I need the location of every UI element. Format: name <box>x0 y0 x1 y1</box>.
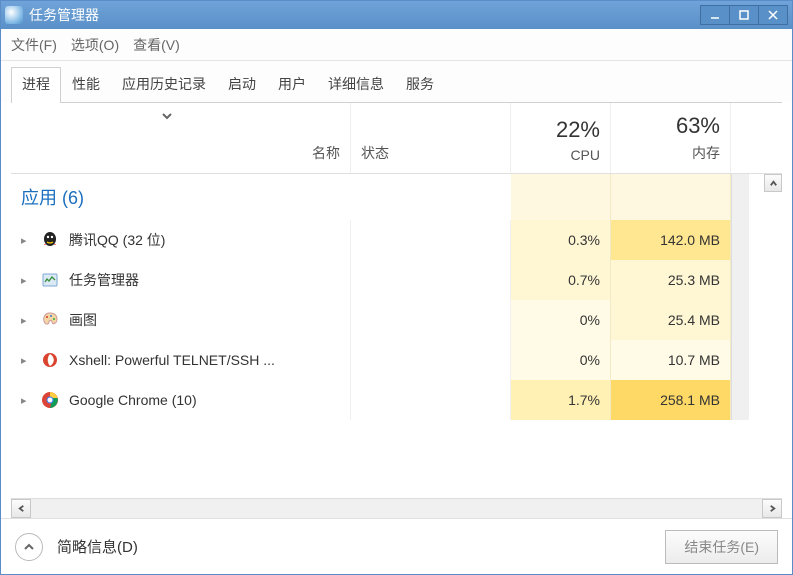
expand-icon[interactable]: ▸ <box>21 394 31 407</box>
app-chrome-icon <box>41 391 59 409</box>
table-row[interactable]: ▸ Google Chrome (10) 1.7%258.1 MB <box>11 380 782 420</box>
app-icon <box>5 6 23 24</box>
process-name-cell: ▸ Xshell: Powerful TELNET/SSH ... <box>11 340 351 380</box>
tab-performance[interactable]: 性能 <box>61 67 111 102</box>
fewer-details-button[interactable] <box>15 533 43 561</box>
table-body: 应用 (6) ▸ 腾讯QQ (32 位) 0.3%142.0 MB ▸ 任务管理器 0.7… <box>11 174 782 498</box>
group-apps-header[interactable]: 应用 (6) <box>11 174 782 220</box>
scroll-right-button[interactable] <box>762 499 782 518</box>
process-name: 任务管理器 <box>69 270 139 290</box>
app-qq-icon <box>41 231 59 249</box>
scrollbar-track[interactable] <box>31 499 762 518</box>
table-row[interactable]: ▸ 腾讯QQ (32 位) 0.3%142.0 MB <box>11 220 782 260</box>
expand-icon[interactable]: ▸ <box>21 314 31 327</box>
window-title: 任务管理器 <box>29 5 701 25</box>
expand-icon[interactable]: ▸ <box>21 234 31 247</box>
tab-details[interactable]: 详细信息 <box>317 67 395 102</box>
table-row[interactable]: ▸ Xshell: Powerful TELNET/SSH ... 0%10.7 M… <box>11 340 782 380</box>
close-button[interactable] <box>758 5 788 25</box>
process-cpu-cell: 0.3% <box>511 220 611 260</box>
task-manager-window: 任务管理器 文件(F) 选项(O) 查看(V) 进程 性能 应用历史记录 启动 … <box>0 0 793 575</box>
process-table: 名称 状态 22% CPU 63% 内存 应用 (6) <box>11 103 782 518</box>
process-status-cell <box>351 380 511 420</box>
process-name: 腾讯QQ (32 位) <box>69 230 165 250</box>
window-controls <box>701 5 788 25</box>
process-cpu-cell: 0% <box>511 340 611 380</box>
process-name-cell: ▸ Google Chrome (10) <box>11 380 351 420</box>
menu-file[interactable]: 文件(F) <box>11 35 57 55</box>
tab-app-history[interactable]: 应用历史记录 <box>111 67 217 102</box>
content-area: 名称 状态 22% CPU 63% 内存 应用 (6) <box>1 103 792 518</box>
process-memory-cell: 10.7 MB <box>611 340 731 380</box>
cpu-total-pct: 22% <box>556 117 600 143</box>
process-cpu-cell: 0.7% <box>511 260 611 300</box>
scroll-left-button[interactable] <box>11 499 31 518</box>
process-name: Google Chrome (10) <box>69 392 197 408</box>
table-header: 名称 状态 22% CPU 63% 内存 <box>11 103 782 174</box>
end-task-button[interactable]: 结束任务(E) <box>665 530 778 564</box>
fewer-details-label: 简略信息(D) <box>57 536 651 557</box>
tabs: 进程 性能 应用历史记录 启动 用户 详细信息 服务 <box>1 61 792 102</box>
process-status-cell <box>351 260 511 300</box>
app-taskmgr-icon <box>41 271 59 289</box>
table-row[interactable]: ▸ 任务管理器 0.7%25.3 MB <box>11 260 782 300</box>
column-status[interactable]: 状态 <box>351 103 511 173</box>
process-memory-cell: 142.0 MB <box>611 220 731 260</box>
maximize-button[interactable] <box>729 5 759 25</box>
process-status-cell <box>351 340 511 380</box>
tab-users[interactable]: 用户 <box>267 67 317 102</box>
process-name-cell: ▸ 腾讯QQ (32 位) <box>11 220 351 260</box>
scroll-up-button[interactable] <box>764 174 782 192</box>
process-name-cell: ▸ 任务管理器 <box>11 260 351 300</box>
process-name: Xshell: Powerful TELNET/SSH ... <box>69 352 275 368</box>
tab-services[interactable]: 服务 <box>395 67 445 102</box>
app-xshell-icon <box>41 351 59 369</box>
footer: 简略信息(D) 结束任务(E) <box>1 518 792 574</box>
process-memory-cell: 25.3 MB <box>611 260 731 300</box>
menu-view[interactable]: 查看(V) <box>133 35 180 55</box>
minimize-button[interactable] <box>700 5 730 25</box>
menubar: 文件(F) 选项(O) 查看(V) <box>1 29 792 61</box>
tab-startup[interactable]: 启动 <box>217 67 267 102</box>
process-status-cell <box>351 220 511 260</box>
expand-icon[interactable]: ▸ <box>21 274 31 287</box>
menu-options[interactable]: 选项(O) <box>71 35 119 55</box>
process-memory-cell: 25.4 MB <box>611 300 731 340</box>
app-paint-icon <box>41 311 59 329</box>
process-cpu-cell: 1.7% <box>511 380 611 420</box>
memory-total-pct: 63% <box>676 113 720 139</box>
group-apps-label: 应用 (6) <box>11 174 511 220</box>
table-row[interactable]: ▸ 画图 0%25.4 MB <box>11 300 782 340</box>
process-memory-cell: 258.1 MB <box>611 380 731 420</box>
horizontal-scrollbar[interactable] <box>11 498 782 518</box>
process-name: 画图 <box>69 310 97 330</box>
column-cpu[interactable]: 22% CPU <box>511 103 611 173</box>
scroll-column-header <box>731 103 751 173</box>
sort-chevron-icon <box>161 109 173 125</box>
tab-processes[interactable]: 进程 <box>11 67 61 102</box>
process-cpu-cell: 0% <box>511 300 611 340</box>
expand-icon[interactable]: ▸ <box>21 354 31 367</box>
process-name-cell: ▸ 画图 <box>11 300 351 340</box>
titlebar[interactable]: 任务管理器 <box>1 1 792 29</box>
process-status-cell <box>351 300 511 340</box>
column-name[interactable]: 名称 <box>11 103 351 173</box>
column-memory[interactable]: 63% 内存 <box>611 103 731 173</box>
